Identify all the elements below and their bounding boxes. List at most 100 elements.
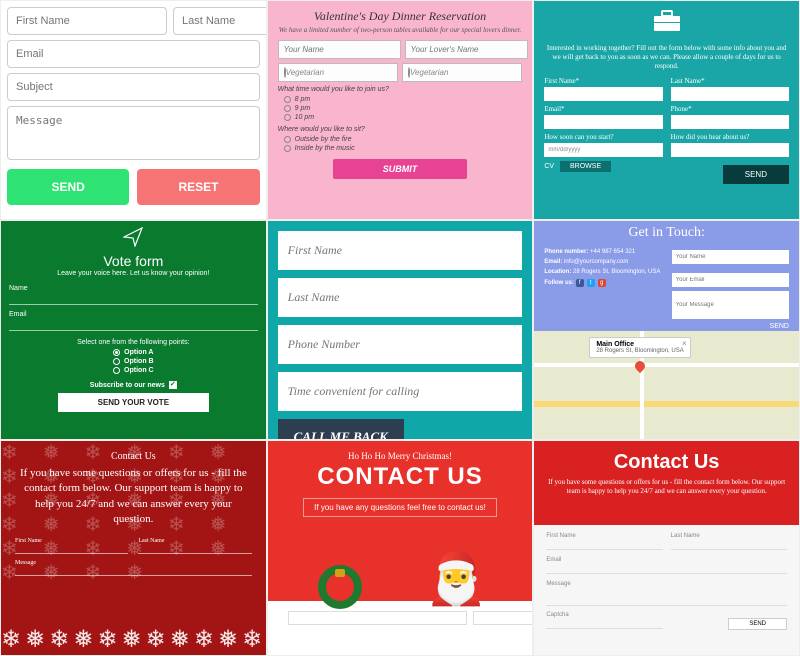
send-button[interactable]: SEND [7,169,129,205]
christmas-contact-form: Ho Ho Ho Merry Christmas! CONTACT US If … [267,440,534,656]
radio-icon [284,114,291,121]
phone-info: Phone number: +44 987 654 321 [544,249,661,255]
first-name-input[interactable] [278,231,523,270]
follow-info: Follow us: ftg [544,279,661,287]
your-name-input[interactable] [278,40,401,59]
time-opt-3[interactable]: 10 pm [278,113,523,122]
first-name-input[interactable] [15,544,128,554]
briefcase-icon [544,9,789,40]
submit-button[interactable]: SEND YOUR VOTE [58,393,209,412]
time-input[interactable] [278,372,523,411]
last-name-input[interactable] [173,7,267,35]
first-name-input[interactable] [546,540,662,550]
first-name-label: First Name [546,533,662,539]
seat-opt-2[interactable]: Inside by the music [278,144,523,153]
select-label: Select one from the following points: [9,339,258,346]
captcha-label: Captcha [546,612,662,618]
first-name-input[interactable] [544,87,662,101]
lover-name-input[interactable] [405,40,528,59]
email-input[interactable] [7,40,260,68]
time-opt-2[interactable]: 9 pm [278,104,523,113]
basic-contact-form: SEND RESET [0,0,267,220]
last-name-input[interactable] [671,540,787,550]
message-input[interactable] [546,588,787,606]
radio-icon [284,145,291,152]
panel-title: Get in Touch: [534,225,799,241]
email-label: Email [9,311,258,318]
hire-form: Interested in working together? Fill out… [533,0,800,220]
close-icon[interactable]: × [682,339,687,348]
input-1[interactable] [288,611,467,625]
callback-form: CALL ME BACK [267,220,534,440]
twitter-icon[interactable]: t [587,279,595,287]
phone-input[interactable] [671,115,789,129]
email-input[interactable] [672,273,789,287]
message-input[interactable] [15,566,252,576]
get-in-touch-panel: Get in Touch: Phone number: +44 987 654 … [533,220,800,440]
contact-us-form: Contact Us If you have some questions or… [533,440,800,656]
call-back-button[interactable]: CALL ME BACK [278,419,404,440]
hero-subtitle: If you have any questions feel free to c… [303,498,497,517]
send-button[interactable]: SEND [728,618,787,630]
last-name-input[interactable] [138,544,251,554]
time-opt-1[interactable]: 8 pm [278,95,523,104]
last-name-input[interactable] [671,87,789,101]
veg-select-2[interactable]: Vegetarian [402,63,522,82]
intro-text: If you have some questions or offers for… [15,466,252,528]
hear-input[interactable] [671,143,789,157]
email-input[interactable] [544,115,662,129]
last-name-input[interactable] [278,278,523,317]
reset-button[interactable]: RESET [137,169,259,205]
seat-opt-1[interactable]: Outside by the fire [278,135,523,144]
first-name-input[interactable] [7,7,167,35]
vote-form: Vote form Leave your voice here. Let us … [0,220,267,440]
browse-button[interactable]: BROWSE [560,161,611,172]
input-2[interactable] [473,611,534,625]
name-input[interactable] [9,293,258,305]
captcha-input[interactable] [546,619,662,629]
radio-icon [113,358,120,365]
phone-input[interactable] [278,325,523,364]
subscribe-row[interactable]: Subscribe to our news✓ [9,381,258,389]
last-name-label: Last Name [671,533,787,539]
map-pin-icon [633,359,647,373]
message-input[interactable] [672,291,789,319]
radio-icon [284,105,291,112]
name-input[interactable] [672,250,789,264]
email-input[interactable] [9,319,258,331]
hear-label: How did you hear about us? [671,133,789,141]
message-label: Message [546,581,787,587]
map-info-bubble: × Main Office 28 Rogers St, Bloomington,… [589,337,690,358]
subject-input[interactable] [7,73,260,101]
phone-label: Phone* [671,105,789,113]
radio-icon [284,136,291,143]
first-name-label: First Name* [544,77,662,85]
email-input[interactable] [546,564,787,574]
option-c[interactable]: Option C [9,366,258,375]
form-subtitle: Leave your voice here. Let us know your … [9,270,258,277]
hero-title: CONTACT US [276,463,525,491]
send-button[interactable]: SEND [723,165,789,184]
hero-text: If you have some questions or offers for… [546,478,787,496]
radio-icon [113,367,120,374]
email-info: Email: info@yourcompany.com [544,259,661,265]
submit-button[interactable]: SUBMIT [333,159,468,179]
radio-icon [113,349,120,356]
name-label: Name [9,285,258,292]
santa-icon: 🎅 [425,550,487,609]
radio-icon [284,96,291,103]
wreath-icon [318,565,362,609]
intro-text: Interested in working together? Fill out… [544,44,789,71]
facebook-icon[interactable]: f [576,279,584,287]
start-input[interactable] [544,143,662,157]
gplus-icon[interactable]: g [598,279,606,287]
form-title: Valentine's Day Dinner Reservation [278,9,523,24]
option-b[interactable]: Option B [9,357,258,366]
email-label: Email* [544,105,662,113]
valentines-form: Valentine's Day Dinner Reservation We ha… [267,0,534,220]
veg-select-1[interactable]: Vegetarian [278,63,398,82]
map[interactable]: × Main Office 28 Rogers St, Bloomington,… [534,331,799,439]
send-button[interactable]: SEND [770,323,789,330]
message-textarea[interactable] [7,106,260,160]
option-a[interactable]: Option A [9,348,258,357]
